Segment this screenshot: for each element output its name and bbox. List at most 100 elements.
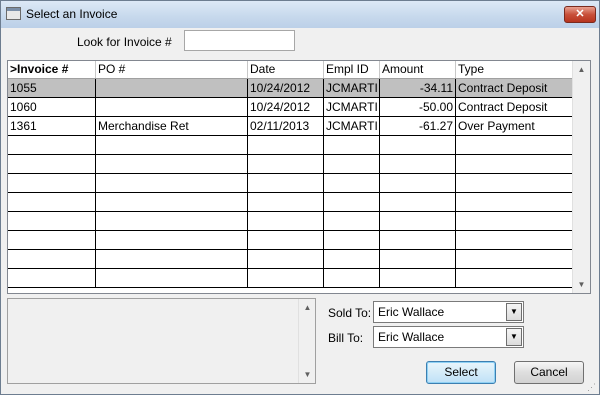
empty-cell — [324, 193, 380, 211]
table-row[interactable]: 1055 10/24/2012 JCMARTI -34.11 Contract … — [8, 79, 574, 98]
empty-cell — [248, 193, 324, 211]
scroll-down-arrow-icon[interactable]: ▼ — [573, 276, 590, 293]
empty-cell — [380, 231, 456, 249]
empty-cell — [380, 155, 456, 173]
invoice-grid[interactable]: >Invoice # PO # Date Empl ID Amount Type… — [7, 60, 591, 294]
cell-po: Merchandise Ret — [96, 117, 248, 135]
empty-cell — [8, 231, 96, 249]
empty-cell — [380, 250, 456, 268]
empty-cell — [96, 231, 248, 249]
empty-cell — [96, 250, 248, 268]
empty-cell — [96, 269, 248, 287]
table-row[interactable] — [8, 174, 574, 193]
search-label: Look for Invoice # — [77, 35, 172, 49]
table-row[interactable] — [8, 193, 574, 212]
empty-cell — [324, 155, 380, 173]
bill-to-dropdown[interactable]: Eric Wallace ▼ — [373, 326, 524, 348]
select-button[interactable]: Select — [426, 361, 496, 384]
sold-to-label: Sold To: — [328, 306, 372, 320]
empty-cell — [456, 136, 574, 154]
close-button[interactable]: ✕ — [564, 6, 596, 23]
empty-cell — [248, 269, 324, 287]
notes-area[interactable]: ▲ ▼ — [7, 298, 316, 384]
cell-po — [96, 98, 248, 116]
empty-cell — [324, 250, 380, 268]
table-row[interactable]: 1060 10/24/2012 JCMARTI -50.00 Contract … — [8, 98, 574, 117]
empty-cell — [248, 250, 324, 268]
empty-cell — [96, 193, 248, 211]
empty-cell — [324, 174, 380, 192]
cell-empl-id: JCMARTI — [324, 98, 380, 116]
resize-grip-icon[interactable]: ⋰ — [587, 382, 597, 392]
empty-cell — [8, 212, 96, 230]
invoice-search-input[interactable] — [184, 30, 295, 51]
table-row[interactable]: 1361 Merchandise Ret 02/11/2013 JCMARTI … — [8, 117, 574, 136]
empty-cell — [248, 155, 324, 173]
cell-amount: -50.00 — [380, 98, 456, 116]
cell-type: Contract Deposit — [456, 79, 574, 97]
table-row[interactable] — [8, 212, 574, 231]
empty-cell — [380, 136, 456, 154]
cell-date: 02/11/2013 — [248, 117, 324, 135]
cell-type: Over Payment — [456, 117, 574, 135]
grid-vertical-scrollbar[interactable]: ▲ ▼ — [572, 61, 590, 293]
cell-empl-id: JCMARTI — [324, 79, 380, 97]
empty-cell — [324, 231, 380, 249]
title-bar[interactable]: Select an Invoice ✕ — [1, 1, 599, 28]
table-row[interactable] — [8, 269, 574, 288]
notes-vertical-scrollbar[interactable]: ▲ ▼ — [298, 299, 315, 383]
empty-cell — [96, 136, 248, 154]
empty-cell — [456, 212, 574, 230]
empty-cell — [8, 136, 96, 154]
column-header-po[interactable]: PO # — [96, 61, 248, 78]
scroll-up-arrow-icon[interactable]: ▲ — [573, 61, 590, 78]
empty-cell — [380, 212, 456, 230]
empty-cell — [8, 250, 96, 268]
empty-cell — [8, 174, 96, 192]
cell-date: 10/24/2012 — [248, 98, 324, 116]
table-row[interactable] — [8, 231, 574, 250]
empty-cell — [380, 174, 456, 192]
cell-po — [96, 79, 248, 97]
table-row[interactable] — [8, 136, 574, 155]
column-header-date[interactable]: Date — [248, 61, 324, 78]
empty-cell — [324, 136, 380, 154]
scroll-down-arrow-icon[interactable]: ▼ — [299, 366, 316, 383]
dropdown-arrow-icon[interactable]: ▼ — [506, 303, 522, 321]
empty-cell — [456, 250, 574, 268]
empty-cell — [456, 174, 574, 192]
empty-cell — [96, 155, 248, 173]
table-row[interactable] — [8, 250, 574, 269]
grid-header: >Invoice # PO # Date Empl ID Amount Type — [8, 61, 574, 79]
invoice-dialog: Select an Invoice ✕ Look for Invoice # >… — [0, 0, 600, 395]
empty-cell — [248, 136, 324, 154]
empty-cell — [248, 212, 324, 230]
empty-cell — [8, 193, 96, 211]
cell-empl-id: JCMARTI — [324, 117, 380, 135]
window-icon — [6, 7, 21, 20]
cell-date: 10/24/2012 — [248, 79, 324, 97]
window-title: Select an Invoice — [26, 7, 118, 21]
column-header-amount[interactable]: Amount — [380, 61, 456, 78]
scroll-up-arrow-icon[interactable]: ▲ — [299, 299, 316, 316]
empty-cell — [456, 231, 574, 249]
sold-to-dropdown[interactable]: Eric Wallace ▼ — [373, 301, 524, 323]
column-header-empl-id[interactable]: Empl ID — [324, 61, 380, 78]
cell-amount: -34.11 — [380, 79, 456, 97]
empty-cell — [8, 269, 96, 287]
empty-cell — [456, 193, 574, 211]
cell-invoice: 1055 — [8, 79, 96, 97]
dropdown-arrow-icon[interactable]: ▼ — [506, 328, 522, 346]
empty-cell — [324, 212, 380, 230]
cell-amount: -61.27 — [380, 117, 456, 135]
column-header-type[interactable]: Type — [456, 61, 574, 78]
empty-cell — [456, 155, 574, 173]
bill-to-value: Eric Wallace — [378, 330, 445, 344]
column-header-invoice[interactable]: >Invoice # — [8, 61, 96, 78]
sold-to-value: Eric Wallace — [378, 305, 445, 319]
empty-cell — [8, 155, 96, 173]
empty-cell — [248, 174, 324, 192]
table-row[interactable] — [8, 155, 574, 174]
cancel-button[interactable]: Cancel — [514, 361, 584, 384]
bill-to-label: Bill To: — [328, 331, 364, 345]
